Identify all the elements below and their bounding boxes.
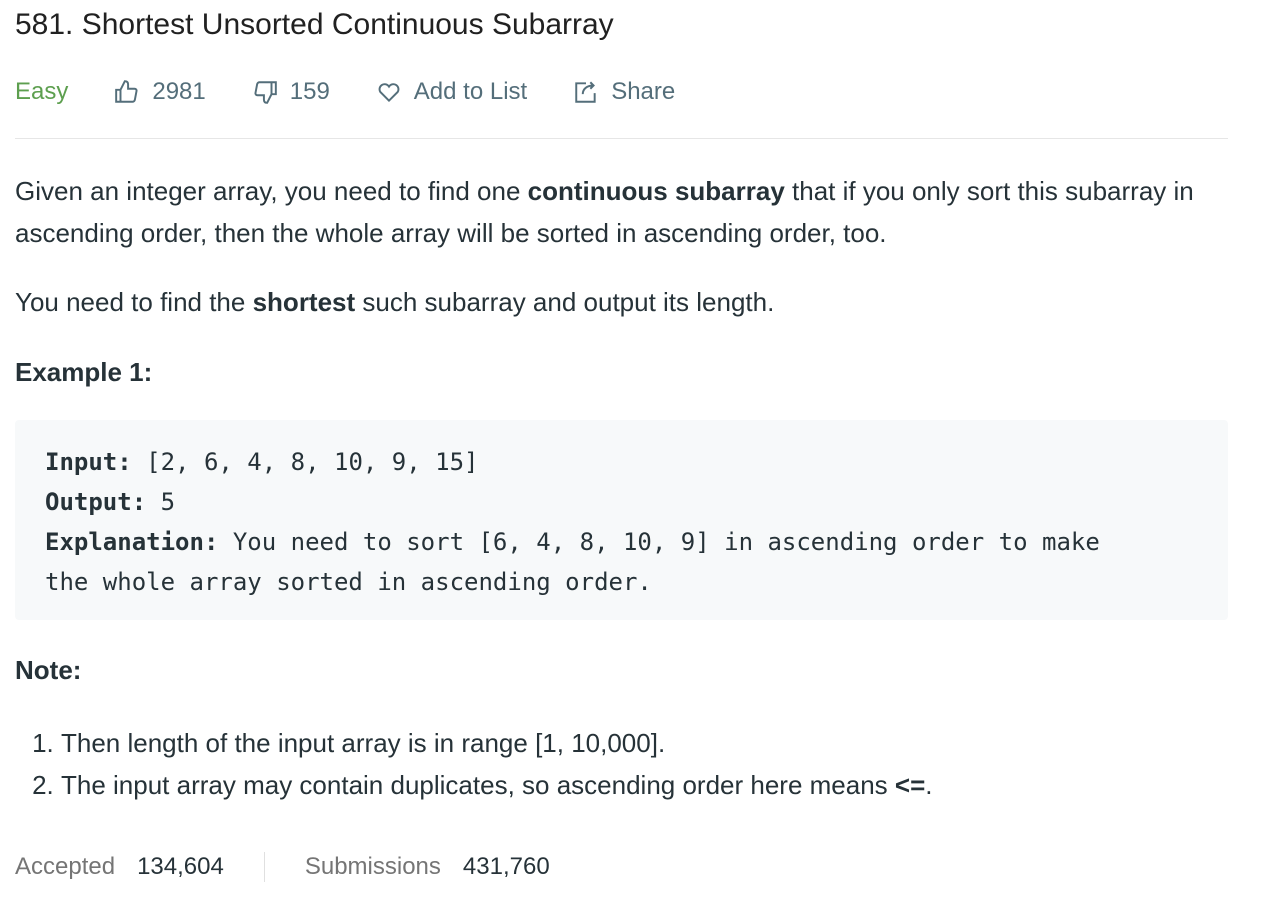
explanation-label: Explanation: [45, 528, 219, 556]
output-value: 5 [146, 488, 176, 516]
output-label: Output: [45, 488, 147, 516]
submission-stats: Accepted 134,604 Submissions 431,760 [15, 852, 550, 882]
input-label: Input: [45, 448, 132, 476]
submissions-count: 431,760 [462, 853, 550, 880]
share-label: Share [611, 78, 676, 105]
share-icon [575, 81, 596, 103]
share-button[interactable]: Share [573, 74, 675, 110]
thumbs-up-icon [115, 80, 138, 103]
like-button[interactable]: 2981 [114, 74, 206, 110]
example-code-block: Input: [2, 6, 4, 8, 10, 9, 15] Output: 5… [15, 420, 1228, 620]
submissions-label: Submissions [304, 853, 441, 880]
text: . [925, 770, 933, 800]
note-list: Then length of the input array is in ran… [15, 722, 933, 806]
heart-icon [378, 83, 400, 103]
dislike-count: 159 [289, 78, 330, 105]
problem-meta-bar: Easy 2981 159 Add to List Share [15, 74, 1228, 139]
thumbs-down-icon [254, 81, 277, 104]
note-heading: Note: [15, 649, 1228, 691]
bold-text: continuous subarray [527, 176, 785, 206]
accepted-label: Accepted [15, 853, 116, 880]
add-to-list-button[interactable]: Add to List [376, 74, 527, 110]
add-to-list-label: Add to List [413, 78, 528, 105]
like-count: 2981 [152, 78, 206, 105]
text: You need to find the [15, 287, 253, 317]
bold-text: <= [894, 770, 926, 800]
text: Given an integer array, you need to find… [15, 176, 528, 206]
dislike-button[interactable]: 159 [252, 74, 330, 110]
text: The input array may contain duplicates, … [61, 770, 895, 800]
difficulty-badge: Easy [15, 78, 69, 105]
text: such subarray and output its length. [355, 287, 775, 317]
problem-title: 581. Shortest Unsorted Continuous Subarr… [15, 8, 614, 41]
accepted-count: 134,604 [137, 853, 224, 880]
description-paragraph-2: You need to find the shortest such subar… [15, 281, 1228, 323]
description-paragraph-1: Given an integer array, you need to find… [15, 170, 1228, 254]
bold-text: shortest [252, 287, 356, 317]
example-heading-text: Example 1: [15, 357, 153, 387]
divider [263, 852, 265, 882]
example-heading: Example 1: [15, 351, 1228, 393]
note-heading-text: Note: [15, 655, 82, 685]
note-item: The input array may contain duplicates, … [61, 764, 933, 806]
note-item: Then length of the input array is in ran… [61, 722, 933, 764]
input-value: [2, 6, 4, 8, 10, 9, 15] [131, 448, 479, 476]
